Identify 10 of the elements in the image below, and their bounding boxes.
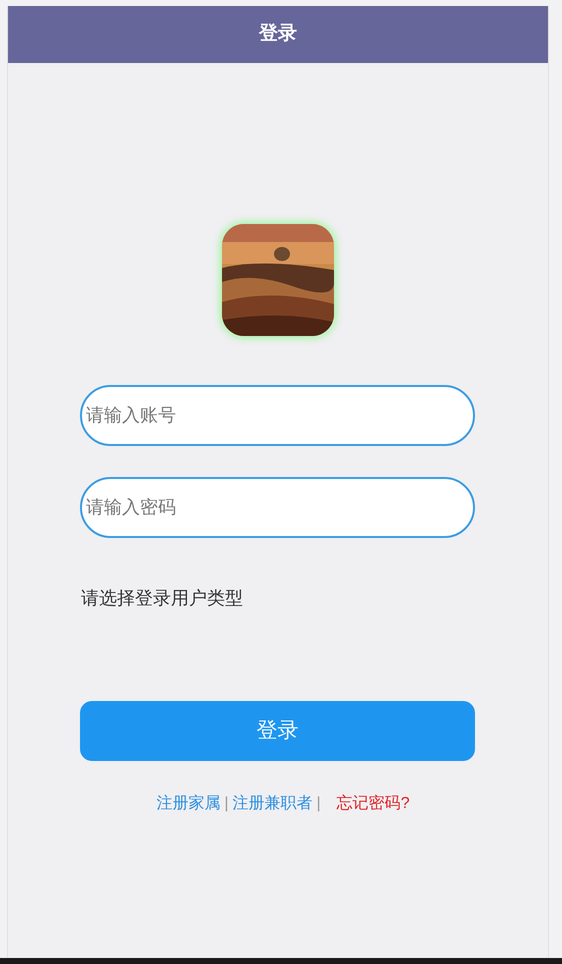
input-field[interactable]: 请输入密码 (80, 477, 475, 538)
user-type-label: 请选择登录用户类型 (81, 588, 243, 608)
separator-text: | (316, 794, 322, 814)
text-link[interactable]: 注册家属 (156, 792, 220, 816)
separator-text: | (223, 794, 230, 814)
input-field[interactable]: 请输入账号 (80, 385, 475, 446)
page-title: 登录 (259, 22, 297, 46)
text-link[interactable]: 忘记密码? (324, 792, 410, 816)
text-link[interactable]: 注册兼职者 (232, 792, 313, 816)
login-button[interactable]: 登录 (80, 701, 475, 761)
